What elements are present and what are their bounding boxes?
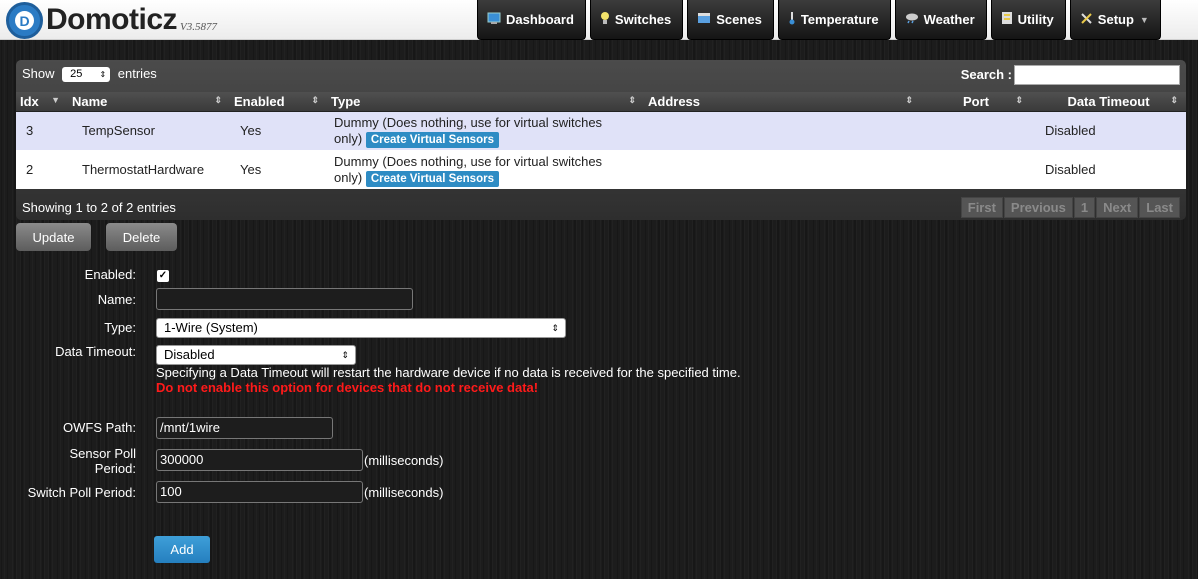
data-timeout-note: Specifying a Data Timeout will restart t… (156, 365, 741, 380)
col-port[interactable]: Port ⇕ (921, 92, 1031, 112)
main-nav: Dashboard Switches Scenes Temperature We… (477, 0, 1165, 40)
create-virtual-sensors-button[interactable]: Create Virtual Sensors (365, 171, 499, 187)
lightbulb-icon (600, 11, 610, 28)
sort-icon: ⇕ (628, 95, 636, 105)
col-address[interactable]: Address ⇕ (644, 92, 921, 112)
switch-poll-unit: (milliseconds) (364, 485, 444, 500)
col-enabled[interactable]: Enabled ⇕ (230, 92, 327, 112)
chevron-down-icon: ▼ (1139, 14, 1149, 25)
pager-last[interactable]: Last (1139, 197, 1180, 218)
delete-button[interactable]: Delete (106, 223, 177, 251)
switch-poll-period-input[interactable]: 100 (156, 481, 363, 503)
data-timeout-select[interactable]: Disabled ⇕ (156, 345, 356, 365)
switch-poll-period-label: Switch Poll Period: (27, 485, 136, 500)
dashboard-icon (487, 12, 501, 27)
tools-icon (1080, 12, 1093, 28)
nav-setup[interactable]: Setup ▼ (1069, 0, 1161, 40)
table-row[interactable]: 2 ThermostatHardware Yes Dummy (Does not… (16, 150, 1186, 189)
cell-type: Dummy (Does nothing, use for virtual swi… (327, 150, 644, 189)
domoticz-logo-icon: D (6, 2, 43, 39)
cell-name: ThermostatHardware (68, 150, 230, 189)
sort-icon: ⇕ (1170, 95, 1178, 105)
cell-port (921, 150, 1031, 189)
sort-icon: ⇕ (1015, 95, 1023, 105)
name-input[interactable] (156, 288, 413, 310)
utility-icon (1001, 11, 1013, 28)
top-header: D Domoticz V3.5877 Dashboard Switches Sc… (0, 0, 1198, 40)
nav-temperature[interactable]: Temperature (777, 0, 891, 40)
sort-icon: ⇕ (905, 95, 913, 105)
sort-desc-icon: ▼ (51, 95, 60, 105)
pager-first[interactable]: First (960, 197, 1003, 218)
add-button[interactable]: Add (154, 536, 210, 563)
nav-dashboard-label: Dashboard (506, 12, 574, 27)
nav-scenes-label: Scenes (716, 12, 762, 27)
data-timeout-warning: Do not enable this option for devices th… (156, 380, 539, 395)
cell-enabled: Yes (230, 150, 327, 189)
nav-scenes[interactable]: Scenes (687, 0, 774, 40)
cell-name: TempSensor (68, 111, 230, 150)
sensor-poll-period-input[interactable]: 300000 (156, 449, 363, 471)
cell-type: Dummy (Does nothing, use for virtual swi… (327, 111, 644, 150)
hardware-table: Idx ▼ Name ⇕ Enabled ⇕ Type ⇕ Address ⇕ Port ⇕… (16, 92, 1186, 189)
col-data-timeout[interactable]: Data Timeout ⇕ (1031, 92, 1186, 112)
nav-utility-label: Utility (1017, 12, 1054, 27)
entries-label: entries (117, 66, 157, 81)
enabled-checkbox[interactable]: ✓ (157, 270, 169, 282)
owfs-path-input[interactable]: /mnt/1wire (156, 417, 333, 439)
weather-icon (905, 12, 919, 27)
select-arrows-icon: ⇕ (99, 70, 107, 80)
cell-timeout: Disabled (1031, 111, 1186, 150)
name-label: Name: (97, 292, 136, 307)
nav-switches[interactable]: Switches (589, 0, 684, 40)
cell-address (644, 150, 921, 189)
col-type[interactable]: Type ⇕ (327, 92, 644, 112)
pager-next[interactable]: Next (1096, 197, 1139, 218)
nav-weather[interactable]: Weather (894, 0, 987, 40)
cell-idx: 2 (16, 150, 68, 189)
nav-dashboard[interactable]: Dashboard (477, 0, 586, 40)
pagination: First Previous 1 Next Last (960, 197, 1180, 218)
sort-icon: ⇕ (311, 95, 319, 105)
app-name: Domoticz (46, 3, 178, 36)
col-idx[interactable]: Idx ▼ (16, 92, 68, 112)
create-virtual-sensors-button[interactable]: Create Virtual Sensors (365, 132, 499, 149)
app-logo[interactable]: D Domoticz V3.5877 (6, 2, 217, 40)
nav-switches-label: Switches (614, 12, 672, 27)
type-label: Type: (104, 320, 136, 335)
cell-enabled: Yes (230, 111, 327, 150)
search-label: Search : (960, 67, 1012, 82)
page-length-select[interactable]: 25 ⇕ (62, 67, 111, 83)
data-timeout-label: Data Timeout: (55, 344, 136, 359)
pager-previous[interactable]: Previous (1003, 197, 1073, 218)
table-info: Showing 1 to 2 of 2 entries (22, 200, 176, 215)
enabled-label: Enabled: (84, 267, 136, 282)
nav-setup-label: Setup (1097, 12, 1134, 27)
app-version: V3.5877 (180, 21, 217, 33)
col-name[interactable]: Name ⇕ (68, 92, 230, 112)
update-button[interactable]: Update (16, 223, 91, 251)
cell-timeout: Disabled (1031, 150, 1186, 189)
cell-port (921, 111, 1031, 150)
thermometer-icon (788, 11, 796, 28)
show-label: Show (22, 66, 55, 81)
hardware-table-panel: Show 25 ⇕ entries Search : Idx ▼ Name ⇕ Ena… (16, 60, 1186, 220)
pager-page-1[interactable]: 1 (1073, 197, 1096, 218)
sensor-poll-unit: (milliseconds) (364, 453, 444, 468)
nav-weather-label: Weather (923, 12, 975, 27)
nav-utility[interactable]: Utility (990, 0, 1066, 40)
page-length-control: Show 25 ⇕ entries (22, 66, 157, 83)
table-row[interactable]: 3 TempSensor Yes Dummy (Does nothing, us… (16, 111, 1186, 150)
search-input[interactable] (1014, 65, 1180, 85)
scenes-icon (697, 12, 711, 27)
sort-icon: ⇕ (214, 95, 222, 105)
select-arrows-icon: ⇕ (551, 323, 559, 333)
sensor-poll-period-label: Sensor Poll Period: (69, 446, 136, 476)
cell-address (644, 111, 921, 150)
type-select[interactable]: 1-Wire (System) ⇕ (156, 318, 566, 338)
owfs-path-label: OWFS Path: (63, 420, 136, 435)
cell-idx: 3 (16, 111, 68, 150)
select-arrows-icon: ⇕ (341, 350, 349, 360)
nav-temperature-label: Temperature (800, 12, 879, 27)
